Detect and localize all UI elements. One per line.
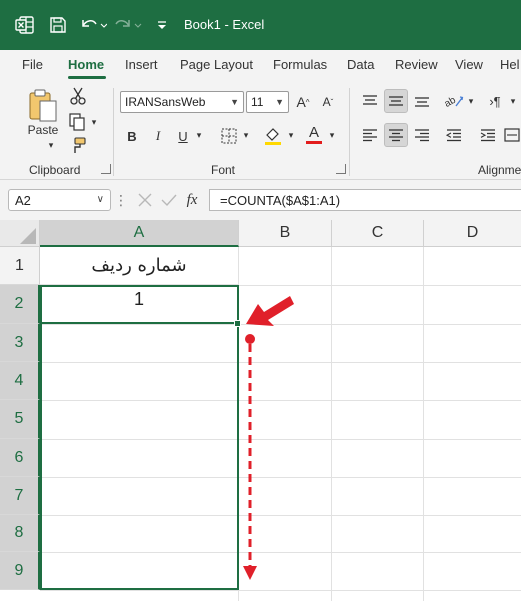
tab-help[interactable]: Hel (500, 57, 520, 72)
text-direction-icon[interactable]: ›¶ (483, 90, 507, 112)
active-tab-indicator (68, 76, 106, 79)
borders-dropdown-icon[interactable]: ▾ (240, 129, 252, 141)
font-size-select[interactable]: 11 ▼ (246, 91, 289, 113)
font-color-button[interactable]: A (303, 123, 325, 145)
svg-text:ab: ab (444, 95, 458, 109)
fill-color-dropdown-icon[interactable]: ▾ (285, 129, 297, 141)
clipboard-launcher-icon[interactable] (101, 164, 111, 174)
paste-icon[interactable] (24, 86, 62, 124)
name-box-value: A2 (15, 192, 31, 208)
paste-button[interactable]: Paste (22, 122, 64, 138)
chevron-down-icon: ▼ (275, 97, 284, 107)
align-middle-icon[interactable] (384, 89, 408, 113)
formula-bar: A2 ∨ ⋮ fx =COUNTA($A$1:A1) (0, 180, 521, 220)
text-direction-dropdown-icon[interactable]: ▾ (507, 95, 519, 107)
font-name-value: IRANSansWeb (125, 95, 206, 109)
confirm-entry-icon[interactable] (158, 189, 180, 211)
group-separator (349, 88, 350, 176)
tab-file[interactable]: File (22, 57, 43, 72)
increase-indent-icon[interactable] (476, 124, 500, 146)
drag-down-arrow-icon (243, 334, 257, 580)
shrink-font-button[interactable]: Aˇ (317, 92, 339, 112)
customize-qat-icon[interactable] (155, 14, 169, 36)
fill-color-icon[interactable] (262, 125, 284, 147)
merge-center-icon[interactable] (504, 124, 521, 146)
copy-dropdown-icon[interactable]: ▾ (88, 116, 100, 128)
borders-icon[interactable] (218, 125, 240, 147)
formula-bar-grip-icon: ⋮ (114, 191, 128, 208)
font-color-swatch (306, 140, 322, 144)
selection-range (40, 285, 239, 590)
align-top-icon[interactable] (358, 90, 382, 112)
font-color-dropdown-icon[interactable]: ▾ (326, 129, 338, 141)
tab-view[interactable]: View (455, 57, 483, 72)
alignment-group-label: Alignme (478, 163, 521, 177)
clipboard-group-label: Clipboard (29, 163, 81, 177)
excel-logo-icon (14, 14, 36, 36)
worksheet-grid: A B C D 1 2 3 4 5 6 7 8 9 شماره ردیف 1 (0, 220, 521, 601)
bold-button[interactable]: B (121, 125, 143, 147)
font-size-value: 11 (251, 95, 264, 109)
formula-input[interactable]: =COUNTA($A$1:A1) (209, 189, 521, 211)
font-group-label: Font (211, 163, 236, 177)
format-painter-icon[interactable] (68, 136, 88, 156)
annotation-arrow-icon (246, 296, 294, 326)
formula-text: =COUNTA($A$1:A1) (220, 192, 341, 208)
tab-page-layout[interactable]: Page Layout (180, 57, 253, 72)
tab-home[interactable]: Home (68, 57, 104, 72)
underline-dropdown-icon[interactable]: ▾ (193, 129, 205, 141)
copy-icon[interactable] (66, 112, 88, 132)
window-title: Book1 - Excel (184, 17, 265, 32)
cut-icon[interactable] (68, 86, 88, 106)
group-separator (113, 88, 114, 176)
title-bar: Book1 - Excel (0, 0, 521, 50)
align-left-icon[interactable] (358, 124, 382, 146)
undo-icon[interactable] (78, 14, 108, 36)
align-right-icon[interactable] (410, 124, 434, 146)
tab-data[interactable]: Data (347, 57, 374, 72)
active-cell-border (40, 285, 239, 324)
chevron-down-icon: ▼ (230, 97, 239, 107)
tab-insert[interactable]: Insert (125, 57, 158, 72)
chevron-down-icon: ∨ (96, 194, 104, 205)
font-launcher-icon[interactable] (336, 164, 346, 174)
font-color-letter: A (308, 123, 319, 141)
orientation-dropdown-icon[interactable]: ▾ (465, 95, 477, 107)
save-icon[interactable] (47, 14, 69, 36)
redo-icon[interactable] (114, 14, 144, 36)
orientation-icon[interactable]: ab (442, 90, 466, 112)
tab-review[interactable]: Review (395, 57, 438, 72)
insert-function-button[interactable]: fx (181, 189, 203, 211)
decrease-indent-icon[interactable] (442, 124, 466, 146)
tab-formulas[interactable]: Formulas (273, 57, 327, 72)
grow-font-button[interactable]: A ^ (292, 92, 314, 112)
align-center-icon[interactable] (384, 123, 408, 147)
cancel-entry-icon[interactable] (134, 189, 156, 211)
italic-button[interactable]: I (147, 125, 169, 147)
paste-dropdown-icon[interactable]: ▾ (45, 140, 57, 150)
underline-button[interactable]: U (172, 125, 194, 147)
name-box[interactable]: A2 ∨ (8, 189, 111, 211)
font-name-select[interactable]: IRANSansWeb ▼ (120, 91, 244, 113)
ribbon: Paste ▾ ▾ Clipboard IRANSansWeb ▼ 11 ▼ A… (0, 80, 521, 180)
align-bottom-icon[interactable] (410, 90, 434, 112)
